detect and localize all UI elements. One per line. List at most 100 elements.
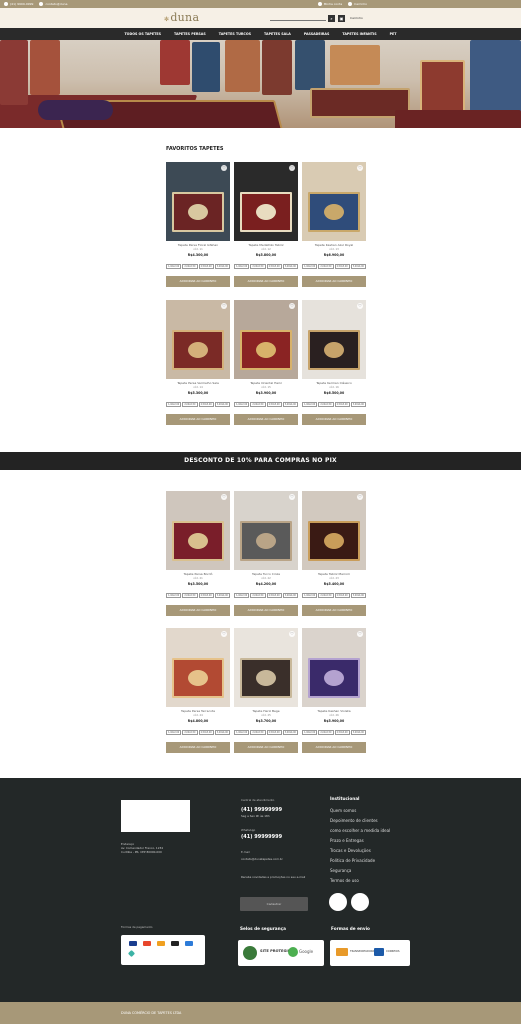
size-option[interactable]: 1,40x2,00 bbox=[302, 593, 318, 598]
favorite-heart-icon[interactable]: ♡ bbox=[289, 303, 295, 309]
size-option[interactable]: 2,00x2,50 bbox=[250, 593, 266, 598]
favorite-heart-icon[interactable]: ♡ bbox=[289, 494, 295, 500]
add-to-cart-button[interactable]: ADICIONAR AO CARRINHO bbox=[302, 742, 366, 753]
nav-item[interactable]: PET bbox=[390, 32, 397, 36]
search-input[interactable] bbox=[270, 15, 326, 21]
nav-item[interactable]: TAPETES INFANTIS bbox=[342, 32, 376, 36]
site-logo[interactable]: ✻duna bbox=[164, 11, 199, 24]
whatsapp-number[interactable]: (41) 99999999 bbox=[241, 834, 282, 840]
cart-label[interactable]: Carrinho bbox=[350, 16, 363, 20]
product-name[interactable]: Tapete Persa Terracota bbox=[166, 709, 230, 713]
product-image[interactable]: ♡ bbox=[166, 162, 230, 241]
size-option[interactable]: 1,40x2,00 bbox=[166, 593, 182, 598]
product-image[interactable]: ♡ bbox=[234, 628, 298, 707]
size-option[interactable]: 3,00x4,00 bbox=[214, 264, 230, 269]
add-to-cart-button[interactable]: ADICIONAR AO CARRINHO bbox=[166, 742, 230, 753]
add-to-cart-button[interactable]: ADICIONAR AO CARRINHO bbox=[234, 276, 298, 287]
favorite-heart-icon[interactable]: ♡ bbox=[221, 631, 227, 637]
add-to-cart-button[interactable]: ADICIONAR AO CARRINHO bbox=[302, 276, 366, 287]
add-to-cart-button[interactable]: ADICIONAR AO CARRINHO bbox=[302, 414, 366, 425]
favorite-heart-icon[interactable]: ♡ bbox=[357, 165, 363, 171]
nav-item[interactable]: TAPETES SALA bbox=[264, 32, 291, 36]
product-name[interactable]: Tapete Kashan Azul Royal bbox=[302, 243, 366, 247]
product-image[interactable]: ♡ bbox=[302, 628, 366, 707]
size-option[interactable]: 2,00x2,50 bbox=[182, 264, 198, 269]
add-to-cart-button[interactable]: ADICIONAR AO CARRINHO bbox=[234, 414, 298, 425]
size-option[interactable]: 3,00x4,00 bbox=[282, 730, 298, 735]
size-option[interactable]: 3,00x4,00 bbox=[214, 730, 230, 735]
footer-link[interactable]: Quem somos bbox=[330, 808, 356, 813]
product-image[interactable]: ♡ bbox=[166, 300, 230, 379]
size-option[interactable]: 3,00x4,00 bbox=[350, 402, 366, 407]
product-name[interactable]: Tapete Kerman Clássico bbox=[302, 381, 366, 385]
favorite-heart-icon[interactable]: ♡ bbox=[357, 303, 363, 309]
size-option[interactable]: 1,40x2,00 bbox=[166, 730, 182, 735]
add-to-cart-button[interactable]: ADICIONAR AO CARRINHO bbox=[302, 605, 366, 616]
favorite-heart-icon[interactable]: ♡ bbox=[221, 494, 227, 500]
size-option[interactable]: 1,40x2,00 bbox=[302, 730, 318, 735]
size-option[interactable]: 3,00x4,00 bbox=[282, 593, 298, 598]
product-image[interactable]: ♡ bbox=[302, 300, 366, 379]
footer-link[interactable]: Trocas e Devoluções bbox=[330, 848, 371, 853]
favorite-heart-icon[interactable]: ♡ bbox=[289, 165, 295, 171]
size-option[interactable]: 2,50x3,00 bbox=[334, 264, 350, 269]
size-option[interactable]: 2,00x2,50 bbox=[318, 402, 334, 407]
product-image[interactable]: ♡ bbox=[302, 491, 366, 570]
size-option[interactable]: 2,50x3,00 bbox=[266, 402, 282, 407]
size-option[interactable]: 2,00x2,50 bbox=[318, 730, 334, 735]
nav-item[interactable]: TODOS OS TAPETES bbox=[124, 32, 161, 36]
size-option[interactable]: 2,00x2,50 bbox=[182, 402, 198, 407]
product-name[interactable]: Tapete Heriz Bege bbox=[234, 709, 298, 713]
product-image[interactable]: ♡ bbox=[234, 300, 298, 379]
footer-link[interactable]: Depoimento de clientes bbox=[330, 818, 378, 823]
product-name[interactable]: Tapete Tabriz Marrom bbox=[302, 572, 366, 576]
favorite-heart-icon[interactable]: ♡ bbox=[357, 631, 363, 637]
size-option[interactable]: 2,00x2,50 bbox=[182, 730, 198, 735]
nav-item[interactable]: PASSADEIRAS bbox=[304, 32, 330, 36]
size-option[interactable]: 3,00x4,00 bbox=[282, 402, 298, 407]
size-option[interactable]: 1,40x2,00 bbox=[234, 402, 250, 407]
size-option[interactable]: 2,00x2,50 bbox=[318, 593, 334, 598]
size-option[interactable]: 2,50x3,00 bbox=[334, 402, 350, 407]
favorite-heart-icon[interactable]: ♡ bbox=[289, 631, 295, 637]
favorite-heart-icon[interactable]: ♡ bbox=[357, 494, 363, 500]
product-image[interactable]: ♡ bbox=[234, 162, 298, 241]
size-option[interactable]: 2,00x2,50 bbox=[318, 264, 334, 269]
product-name[interactable]: Tapete Turco Cinza bbox=[234, 572, 298, 576]
size-option[interactable]: 2,50x3,00 bbox=[266, 730, 282, 735]
product-name[interactable]: Tapete Persa Bordô bbox=[166, 572, 230, 576]
size-option[interactable]: 1,40x2,00 bbox=[302, 264, 318, 269]
nav-item[interactable]: TAPETES PERSAS bbox=[174, 32, 206, 36]
phone-contact[interactable]: (41) 9999-9999 bbox=[4, 2, 33, 6]
size-option[interactable]: 2,50x3,00 bbox=[198, 593, 214, 598]
product-name[interactable]: Tapete Oriental Heriz bbox=[234, 381, 298, 385]
search-icon[interactable]: ⌕ bbox=[328, 15, 335, 22]
add-to-cart-button[interactable]: ADICIONAR AO CARRINHO bbox=[166, 276, 230, 287]
email-address[interactable]: contato@dunatapetes.com.br bbox=[241, 857, 283, 861]
nav-item[interactable]: TAPETES TURCOS bbox=[219, 32, 251, 36]
size-option[interactable]: 1,40x2,00 bbox=[166, 402, 182, 407]
size-option[interactable]: 2,00x2,50 bbox=[250, 264, 266, 269]
footer-link[interactable]: Prazo e Entregas bbox=[330, 838, 364, 843]
size-option[interactable]: 2,00x2,50 bbox=[250, 402, 266, 407]
product-name[interactable]: Tapete Persa Floral Isfahan bbox=[166, 243, 230, 247]
footer-link[interactable]: Termos de uso bbox=[330, 878, 359, 883]
product-image[interactable]: ♡ bbox=[302, 162, 366, 241]
product-image[interactable]: ♡ bbox=[166, 628, 230, 707]
size-option[interactable]: 1,40x2,00 bbox=[234, 593, 250, 598]
size-option[interactable]: 2,50x3,00 bbox=[266, 264, 282, 269]
product-image[interactable]: ♡ bbox=[234, 491, 298, 570]
size-option[interactable]: 2,00x2,50 bbox=[250, 730, 266, 735]
size-option[interactable]: 1,40x2,00 bbox=[234, 264, 250, 269]
size-option[interactable]: 1,40x2,00 bbox=[234, 730, 250, 735]
product-name[interactable]: Tapete Kashan Violeta bbox=[302, 709, 366, 713]
facebook-icon[interactable] bbox=[329, 893, 347, 911]
product-name[interactable]: Tapete Medalhão Tabriz bbox=[234, 243, 298, 247]
add-to-cart-button[interactable]: ADICIONAR AO CARRINHO bbox=[166, 605, 230, 616]
email-contact[interactable]: contato@duna bbox=[39, 2, 67, 6]
size-option[interactable]: 2,00x2,50 bbox=[182, 593, 198, 598]
footer-link[interactable]: Política de Privacidade bbox=[330, 858, 375, 863]
favorite-heart-icon[interactable]: ♡ bbox=[221, 303, 227, 309]
size-option[interactable]: 1,40x2,00 bbox=[166, 264, 182, 269]
product-image[interactable]: ♡ bbox=[166, 491, 230, 570]
